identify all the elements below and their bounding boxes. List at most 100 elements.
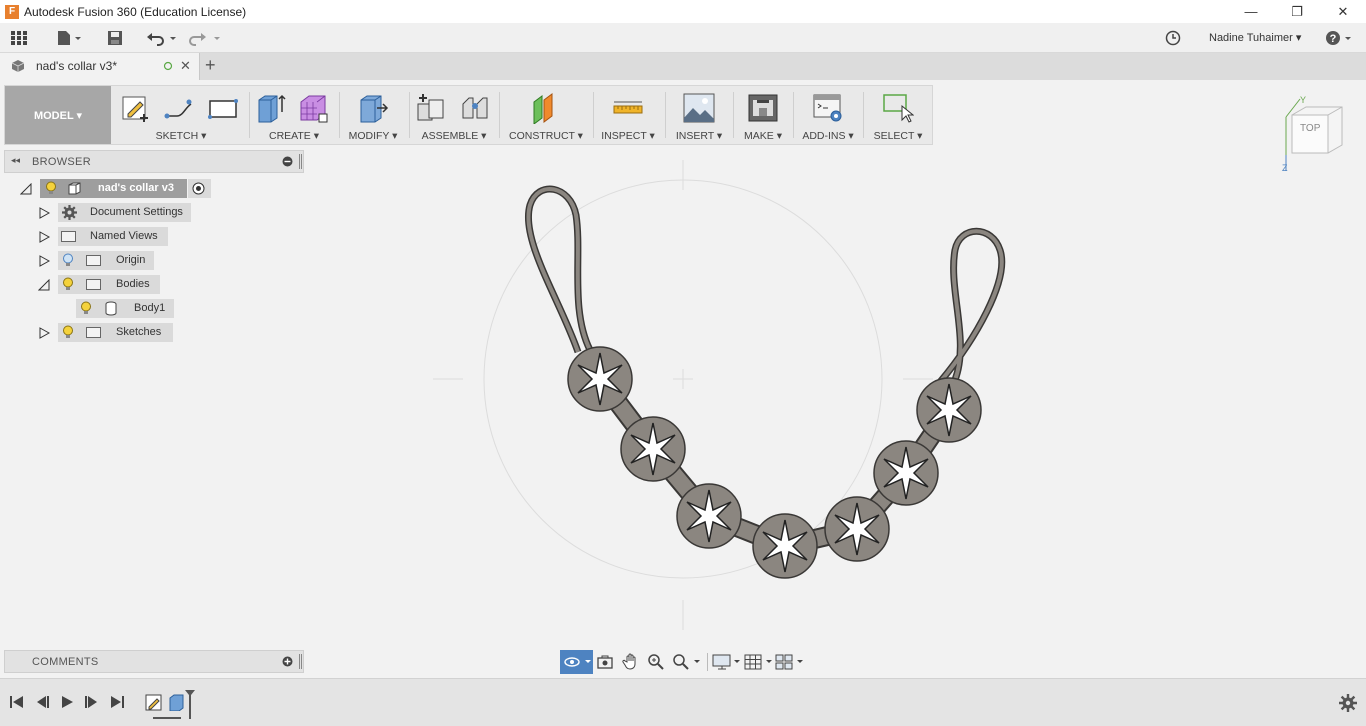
- folder-icon: [61, 231, 76, 242]
- expand-triangle-icon[interactable]: [38, 327, 50, 339]
- tree-item-document-settings[interactable]: Document Settings: [58, 203, 191, 222]
- create-menu[interactable]: CREATE ▾: [251, 130, 337, 142]
- visibility-bulb-icon[interactable]: [62, 277, 74, 291]
- workspace-switcher-button[interactable]: MODEL ▾: [5, 86, 111, 144]
- job-status-clock-icon[interactable]: [1163, 29, 1183, 47]
- toolbar-separator: [249, 92, 250, 138]
- user-account-menu[interactable]: Nadine Tuhaimer ▾: [1209, 31, 1301, 44]
- insert-image-icon[interactable]: [683, 92, 715, 124]
- viewcube-y-label: Y: [1300, 95, 1307, 105]
- collar-right-loop: [937, 227, 1006, 385]
- step-back-icon[interactable]: [34, 695, 50, 709]
- fit-zoom-icon[interactable]: [672, 653, 702, 671]
- insert-menu[interactable]: INSERT ▾: [667, 130, 731, 142]
- browser-minimize-icon[interactable]: [282, 156, 293, 167]
- tree-item-named-views[interactable]: Named Views: [58, 227, 168, 246]
- visibility-bulb-icon[interactable]: [80, 301, 92, 315]
- collapse-browser-icon[interactable]: ◂◂: [11, 155, 20, 166]
- data-panel-grid-icon[interactable]: [8, 29, 30, 47]
- collapse-triangle-icon[interactable]: [38, 279, 50, 291]
- expand-triangle-icon[interactable]: [38, 231, 50, 243]
- medallion-6: [873, 440, 939, 506]
- expand-triangle-icon[interactable]: [38, 255, 50, 267]
- inspect-menu[interactable]: INSPECT ▾: [595, 130, 661, 142]
- timeline-marker-icon[interactable]: [184, 689, 196, 719]
- create-sketch-icon[interactable]: [120, 92, 152, 124]
- comments-resize-handle[interactable]: [299, 654, 302, 669]
- close-tab-button[interactable]: ✕: [180, 58, 191, 74]
- offset-plane-icon[interactable]: [530, 92, 562, 124]
- visibility-bulb-off-icon[interactable]: [62, 253, 74, 267]
- select-cursor-icon[interactable]: [882, 92, 914, 124]
- orbit-button[interactable]: [560, 650, 593, 674]
- joint-icon[interactable]: [459, 92, 491, 124]
- viewcube-z-label: Z: [1282, 163, 1288, 173]
- toolbar-separator: [863, 92, 864, 138]
- new-tab-button[interactable]: +: [205, 55, 216, 76]
- activate-component-button[interactable]: [188, 179, 211, 198]
- quick-access-bar: Nadine Tuhaimer ▾ ?: [0, 23, 1366, 53]
- sketch-menu[interactable]: SKETCH ▾: [115, 130, 247, 142]
- line-sketch-icon[interactable]: [163, 92, 195, 124]
- extrude-icon[interactable]: [255, 92, 287, 124]
- play-icon[interactable]: [59, 695, 75, 709]
- select-menu[interactable]: SELECT ▾: [865, 130, 931, 142]
- modify-group: MODIFY ▾: [341, 86, 405, 144]
- addins-menu[interactable]: ADD-INS ▾: [795, 130, 861, 142]
- pan-hand-icon[interactable]: [622, 653, 640, 671]
- medallion-3: [676, 483, 742, 549]
- form-icon[interactable]: [297, 92, 329, 124]
- folder-icon: [86, 255, 101, 266]
- step-forward-icon[interactable]: [84, 695, 100, 709]
- visibility-bulb-icon[interactable]: [45, 181, 57, 195]
- inspect-group: INSPECT ▾: [595, 86, 661, 144]
- timeline-settings-gear-icon[interactable]: [1339, 694, 1357, 712]
- close-window-button[interactable]: ✕: [1320, 0, 1366, 23]
- go-to-end-icon[interactable]: [109, 695, 125, 709]
- add-comment-icon[interactable]: [282, 656, 293, 667]
- toolbar-separator: [593, 92, 594, 138]
- maximize-button[interactable]: ❐: [1274, 0, 1320, 23]
- collapse-triangle-icon[interactable]: [20, 183, 32, 195]
- tree-item-origin[interactable]: Origin: [58, 251, 154, 270]
- tree-item-label: Bodies: [116, 278, 150, 290]
- press-pull-icon[interactable]: [357, 92, 389, 124]
- redo-icon[interactable]: [188, 29, 222, 47]
- tree-item-bodies[interactable]: Bodies: [58, 275, 160, 294]
- save-icon[interactable]: [104, 29, 126, 47]
- comments-panel-header: COMMENTS: [4, 650, 304, 673]
- tree-item-body1[interactable]: Body1: [76, 299, 174, 318]
- medallion-2: [620, 416, 686, 482]
- 3d-print-icon[interactable]: [747, 92, 779, 124]
- expand-triangle-icon[interactable]: [38, 207, 50, 219]
- viewports-icon[interactable]: [775, 653, 805, 671]
- make-menu[interactable]: MAKE ▾: [735, 130, 791, 142]
- file-menu-icon[interactable]: [54, 29, 84, 47]
- zoom-icon[interactable]: [647, 653, 665, 671]
- new-component-icon[interactable]: [415, 92, 447, 124]
- construct-menu[interactable]: CONSTRUCT ▾: [501, 130, 591, 142]
- minimize-button[interactable]: —: [1228, 0, 1274, 23]
- viewcube-top-face[interactable]: TOP: [1300, 123, 1320, 134]
- viewcube[interactable]: Y Z TOP: [1280, 95, 1350, 175]
- tree-root-node[interactable]: nad's collar v3: [40, 179, 187, 198]
- modify-menu[interactable]: MODIFY ▾: [341, 130, 405, 142]
- display-settings-icon[interactable]: [712, 653, 742, 671]
- timeline-sketch-feature-icon[interactable]: [145, 693, 163, 711]
- document-tab[interactable]: nad's collar v3* ✕: [0, 53, 200, 80]
- browser-resize-handle[interactable]: [299, 154, 302, 169]
- help-icon[interactable]: ?: [1324, 29, 1356, 47]
- radio-active-icon[interactable]: [192, 182, 205, 195]
- visibility-bulb-icon[interactable]: [62, 325, 74, 339]
- assemble-menu[interactable]: ASSEMBLE ▾: [411, 130, 497, 142]
- rectangle-sketch-icon[interactable]: [207, 92, 239, 124]
- scripts-addins-icon[interactable]: [812, 92, 844, 124]
- look-at-icon[interactable]: [596, 654, 614, 670]
- go-to-start-icon[interactable]: [9, 695, 25, 709]
- tree-item-sketches[interactable]: Sketches: [58, 323, 173, 342]
- medallion-1: [567, 346, 633, 412]
- undo-icon[interactable]: [144, 29, 178, 47]
- grid-snaps-icon[interactable]: [744, 653, 774, 671]
- measure-icon[interactable]: [612, 92, 644, 124]
- viewport-canvas[interactable]: [305, 145, 1366, 645]
